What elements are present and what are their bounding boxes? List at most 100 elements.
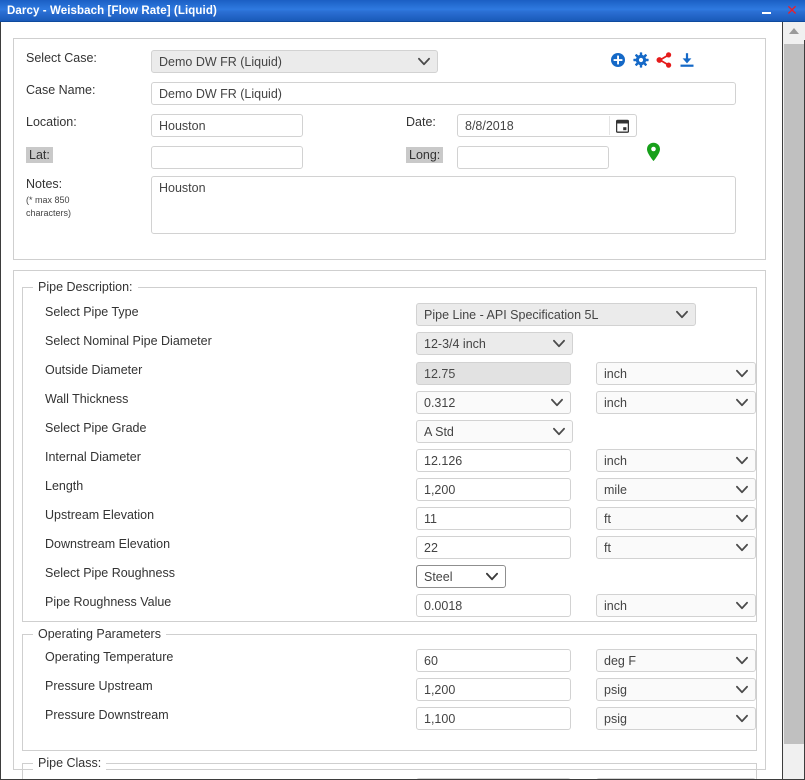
map-pin-icon[interactable] (646, 142, 661, 162)
pressure-upstream-unit-dropdown[interactable]: psig (596, 678, 756, 701)
chevron-down-icon (736, 600, 748, 612)
pipe-grade-row: Select Pipe Grade (45, 421, 146, 435)
add-case-icon[interactable] (609, 51, 626, 68)
downstream-elevation-unit-dropdown[interactable]: ft (596, 536, 756, 559)
upstream-elevation-label: Upstream Elevation (45, 508, 155, 522)
outside-diameter-label: Outside Diameter (45, 363, 143, 377)
lat-label: Lat: (26, 147, 53, 163)
outside-diameter-input: 12.75 (416, 362, 571, 385)
downstream-elevation-label: Downstream Elevation (45, 537, 171, 551)
scroll-up-arrow-icon[interactable] (783, 22, 805, 40)
outside-diameter-unit-dropdown[interactable]: inch (596, 362, 756, 385)
chevron-down-icon (486, 571, 498, 583)
pipe-class-fieldset: Pipe Class: Youngs Modulus of Elasticity… (22, 756, 757, 779)
long-row: Long: (406, 147, 444, 163)
downstream-elevation-input[interactable]: 22 (416, 536, 571, 559)
date-input[interactable]: 8/8/2018 (457, 114, 637, 137)
length-label: Length (45, 479, 84, 493)
upstream-elevation-unit-dropdown[interactable]: ft (596, 507, 756, 530)
case-name-row: Case Name: (26, 83, 151, 97)
operating-temperature-unit-dropdown[interactable]: deg F (596, 649, 756, 672)
youngs-modulus-unit-dropdown[interactable]: psi (596, 778, 756, 779)
chevron-down-icon (736, 368, 748, 380)
pressure-upstream-unit-value: psig (604, 682, 627, 697)
pressure-downstream-label: Pressure Downstream (45, 708, 169, 722)
chevron-down-icon (736, 542, 748, 554)
date-label: Date: (406, 115, 436, 129)
pipe-description-fieldset: Pipe Description: Select Pipe Type Pipe … (22, 280, 757, 622)
upstream-elevation-input[interactable]: 11 (416, 507, 571, 530)
chevron-down-icon (553, 426, 565, 438)
chevron-down-icon (736, 655, 748, 667)
operating-temperature-row: Operating Temperature (45, 650, 173, 664)
select-case-row: Select Case: (26, 51, 151, 65)
pipe-roughness-unit-dropdown[interactable]: inch (596, 594, 756, 617)
chevron-down-icon (736, 397, 748, 409)
length-row: Length (45, 479, 83, 493)
pressure-upstream-input[interactable]: 1,200 (416, 678, 571, 701)
wall-thickness-unit-dropdown[interactable]: inch (596, 391, 756, 414)
length-input[interactable]: 1,200 (416, 478, 571, 501)
vertical-scrollbar[interactable] (782, 22, 805, 779)
pipe-type-row: Select Pipe Type (45, 305, 139, 319)
pipe-grade-dropdown[interactable]: A Std (416, 420, 573, 443)
pipe-roughness-dropdown[interactable]: Steel (416, 565, 506, 588)
case-toolbar (609, 51, 695, 68)
length-unit-dropdown[interactable]: mile (596, 478, 756, 501)
pressure-downstream-input[interactable]: 1,100 (416, 707, 571, 730)
case-name-input[interactable]: Demo DW FR (Liquid) (151, 82, 736, 105)
location-row: Location: (26, 115, 151, 129)
pipe-class-legend: Pipe Class: (33, 756, 107, 770)
settings-gear-icon[interactable] (632, 51, 649, 68)
chevron-down-icon (553, 338, 565, 350)
pipe-type-label: Select Pipe Type (45, 305, 139, 319)
operating-temperature-input[interactable]: 60 (416, 649, 571, 672)
pipe-type-dropdown[interactable]: Pipe Line - API Specification 5L (416, 303, 696, 326)
location-input[interactable]: Houston (151, 114, 303, 137)
chevron-down-icon (736, 484, 748, 496)
wall-thickness-unit-value: inch (604, 395, 627, 410)
youngs-modulus-input[interactable]: 29,000,000 (416, 778, 571, 779)
window-body: Select Case: Demo DW FR (Liquid) Case Na… (0, 22, 805, 780)
pipe-type-value: Pipe Line - API Specification 5L (424, 307, 599, 322)
pipe-roughness-value: Steel (424, 569, 453, 584)
notes-hint-line1: (* max 850 (26, 195, 70, 205)
case-name-label: Case Name: (26, 83, 96, 97)
select-case-dropdown[interactable]: Demo DW FR (Liquid) (151, 50, 438, 73)
upstream-elevation-unit-value: ft (604, 511, 611, 526)
downstream-elevation-row: Downstream Elevation (45, 537, 170, 551)
downstream-elevation-unit-value: ft (604, 540, 611, 555)
download-icon[interactable] (678, 51, 695, 68)
calendar-picker-button[interactable] (609, 116, 635, 135)
internal-diameter-unit-dropdown[interactable]: inch (596, 449, 756, 472)
notes-textarea[interactable]: Houston (151, 176, 736, 234)
chevron-down-icon (736, 713, 748, 725)
wall-thickness-label: Wall Thickness (45, 392, 129, 406)
wall-thickness-dropdown[interactable]: 0.312 (416, 391, 571, 414)
nominal-diameter-dropdown[interactable]: 12-3/4 inch (416, 332, 573, 355)
lat-input[interactable] (151, 146, 303, 169)
application-window: Darcy - Weisbach [Flow Rate] (Liquid) ✕ … (0, 0, 805, 780)
chevron-down-icon (418, 56, 430, 68)
nominal-diameter-label: Select Nominal Pipe Diameter (45, 334, 212, 348)
internal-diameter-input[interactable]: 12.126 (416, 449, 571, 472)
pipe-grade-label: Select Pipe Grade (45, 421, 147, 435)
nominal-diameter-value: 12-3/4 inch (424, 336, 486, 351)
notes-label: Notes: (26, 177, 63, 191)
pipe-roughness-label: Select Pipe Roughness (45, 566, 175, 580)
scrollbar-thumb[interactable] (784, 44, 804, 744)
date-row: Date: (406, 115, 436, 129)
pipe-roughness-value-input[interactable]: 0.0018 (416, 594, 571, 617)
pressure-downstream-row: Pressure Downstream (45, 708, 169, 722)
internal-diameter-unit-value: inch (604, 453, 627, 468)
pipe-roughness-value-row: Pipe Roughness Value (45, 595, 171, 609)
close-button[interactable]: ✕ (784, 3, 800, 19)
select-case-label: Select Case: (26, 51, 97, 65)
wall-thickness-value: 0.312 (424, 395, 456, 410)
long-input[interactable] (457, 146, 609, 169)
minimize-icon (761, 11, 771, 14)
pressure-downstream-unit-dropdown[interactable]: psig (596, 707, 756, 730)
share-icon[interactable] (655, 51, 672, 68)
date-value: 8/8/2018 (465, 118, 514, 133)
minimize-button[interactable] (758, 3, 774, 19)
